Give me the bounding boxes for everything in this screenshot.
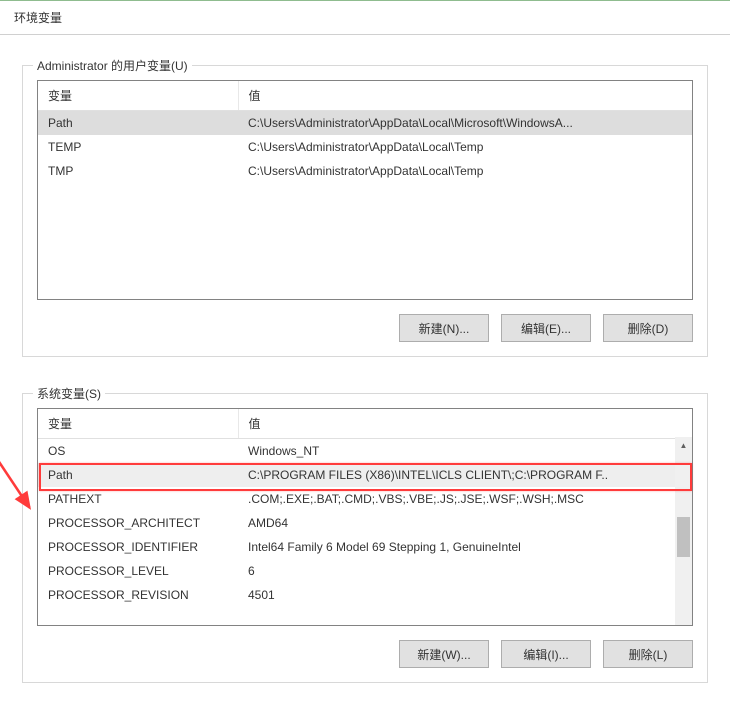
system-variables-table[interactable]: 变量 值 OSWindows_NTPathC:\PROGRAM FILES (X…	[37, 408, 693, 626]
user-delete-button[interactable]: 删除(D)	[603, 314, 693, 342]
col-header-variable[interactable]: 变量	[38, 81, 238, 111]
cell-value: Intel64 Family 6 Model 69 Stepping 1, Ge…	[238, 535, 692, 559]
cell-value: C:\Users\Administrator\AppData\Local\Tem…	[238, 135, 692, 159]
user-variables-table[interactable]: 变量 值 PathC:\Users\Administrator\AppData\…	[37, 80, 693, 300]
cell-value: C:\PROGRAM FILES (X86)\INTEL\ICLS CLIENT…	[238, 463, 692, 487]
table-row[interactable]: PROCESSOR_LEVEL6	[38, 559, 692, 583]
user-variables-group: Administrator 的用户变量(U) 变量 值 PathC:\Users…	[22, 65, 708, 357]
scroll-thumb[interactable]	[677, 517, 690, 557]
cell-variable: PROCESSOR_LEVEL	[38, 559, 238, 583]
col-header-value[interactable]: 值	[238, 81, 692, 111]
cell-value: AMD64	[238, 511, 692, 535]
user-group-label: Administrator 的用户变量(U)	[33, 57, 192, 74]
cell-variable: TEMP	[38, 135, 238, 159]
col-header-value[interactable]: 值	[238, 409, 692, 439]
dialog-content: Administrator 的用户变量(U) 变量 值 PathC:\Users…	[0, 35, 730, 683]
user-new-button[interactable]: 新建(N)...	[399, 314, 489, 342]
table-row[interactable]: PROCESSOR_IDENTIFIERIntel64 Family 6 Mod…	[38, 535, 692, 559]
system-variables-group: 系统变量(S) 变量 值 OSWindows_NTPathC:\PROGRAM …	[22, 393, 708, 683]
cell-value: C:\Users\Administrator\AppData\Local\Tem…	[238, 159, 692, 183]
cell-value: 6	[238, 559, 692, 583]
scroll-up-icon[interactable]: ▲	[675, 437, 692, 454]
cell-variable: Path	[38, 463, 238, 487]
table-row[interactable]: PathC:\Users\Administrator\AppData\Local…	[38, 111, 692, 136]
vertical-scrollbar[interactable]: ▲	[675, 437, 692, 625]
table-row[interactable]: OSWindows_NT	[38, 439, 692, 464]
cell-value: C:\Users\Administrator\AppData\Local\Mic…	[238, 111, 692, 136]
cell-value: .COM;.EXE;.BAT;.CMD;.VBS;.VBE;.JS;.JSE;.…	[238, 487, 692, 511]
user-buttons-row: 新建(N)... 编辑(E)... 删除(D)	[37, 314, 693, 342]
cell-variable: OS	[38, 439, 238, 464]
cell-variable: PATHEXT	[38, 487, 238, 511]
table-row[interactable]: TEMPC:\Users\Administrator\AppData\Local…	[38, 135, 692, 159]
table-row[interactable]: PATHEXT.COM;.EXE;.BAT;.CMD;.VBS;.VBE;.JS…	[38, 487, 692, 511]
system-edit-button[interactable]: 编辑(I)...	[501, 640, 591, 668]
cell-variable: PROCESSOR_REVISION	[38, 583, 238, 607]
cell-variable: PROCESSOR_IDENTIFIER	[38, 535, 238, 559]
dialog-title: 环境变量	[0, 1, 730, 35]
cell-value: Windows_NT	[238, 439, 692, 464]
table-header-row[interactable]: 变量 值	[38, 81, 692, 111]
system-new-button[interactable]: 新建(W)...	[399, 640, 489, 668]
col-header-variable[interactable]: 变量	[38, 409, 238, 439]
table-header-row[interactable]: 变量 值	[38, 409, 692, 439]
cell-variable: PROCESSOR_ARCHITECT	[38, 511, 238, 535]
env-vars-dialog: 环境变量 Administrator 的用户变量(U) 变量 值 PathC:\…	[0, 0, 730, 709]
system-delete-button[interactable]: 删除(L)	[603, 640, 693, 668]
system-buttons-row: 新建(W)... 编辑(I)... 删除(L)	[37, 640, 693, 668]
cell-variable: TMP	[38, 159, 238, 183]
table-row[interactable]: PROCESSOR_ARCHITECTAMD64	[38, 511, 692, 535]
cell-value: 4501	[238, 583, 692, 607]
table-row[interactable]: PROCESSOR_REVISION4501	[38, 583, 692, 607]
system-group-label: 系统变量(S)	[33, 385, 105, 402]
table-row[interactable]: PathC:\PROGRAM FILES (X86)\INTEL\ICLS CL…	[38, 463, 692, 487]
table-row[interactable]: TMPC:\Users\Administrator\AppData\Local\…	[38, 159, 692, 183]
cell-variable: Path	[38, 111, 238, 136]
user-edit-button[interactable]: 编辑(E)...	[501, 314, 591, 342]
